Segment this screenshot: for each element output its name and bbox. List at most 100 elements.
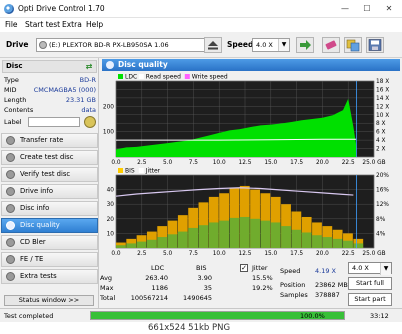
stats-panel: LDC BIS ✓ Jitter Avg 263.40 3.90 15.5% M…	[100, 261, 402, 308]
disc-length-value: 23.31 GB	[65, 96, 96, 104]
disc-mid-value: CMCMAGBA5 (000)	[33, 86, 96, 94]
y-right-tick-label: 18 X	[376, 79, 389, 85]
legend-label: Read speed	[146, 74, 181, 81]
menu-help[interactable]: Help	[86, 20, 103, 29]
chevron-down-icon: ▼	[380, 263, 391, 275]
nav-drive-info[interactable]: Drive info	[1, 184, 98, 199]
nav-verify-test-disc[interactable]: Verify test disc	[1, 167, 98, 182]
bis-bar-base	[167, 234, 178, 248]
menu-start-test[interactable]: Start test	[25, 20, 60, 29]
disc-section-title: Disc	[6, 62, 23, 70]
y-right-tick-label: 8 X	[376, 121, 386, 127]
bis-bar-base	[116, 245, 126, 248]
y-left-tick-label: 10	[107, 231, 115, 237]
disc-mid-key: MID	[4, 86, 17, 94]
nav-disc-quality[interactable]: Disc quality	[1, 218, 98, 233]
disc-info-length: Length 23.31 GB	[4, 96, 96, 105]
y-right-tick-label: 4%	[376, 231, 386, 237]
bis-bar-base	[291, 229, 302, 248]
y-right-tick-label: 16%	[376, 188, 389, 194]
avg-label: Avg	[100, 274, 113, 282]
menu-extra[interactable]: Extra	[62, 20, 82, 29]
nav-disc-info[interactable]: Disc info	[1, 201, 98, 216]
drive-disc-icon	[39, 41, 47, 49]
ldc-chart: LDC Read speed Write speed0.0 2.5 5.0 7.5 10.0…	[103, 74, 389, 167]
erase-button[interactable]	[322, 37, 340, 53]
eraser-icon	[325, 40, 337, 50]
nav-disc-quality-label: Disc quality	[20, 221, 60, 229]
test-speed-select[interactable]: 4.0 X ▼	[348, 262, 392, 275]
close-button[interactable]: ✕	[378, 1, 400, 16]
x-tick-label: 5.0	[163, 251, 173, 257]
bis-bar-base	[260, 220, 271, 248]
start-full-button[interactable]: Start full	[348, 277, 392, 290]
refresh-icon[interactable]: ⇄	[83, 61, 95, 72]
apply-speed-button[interactable]	[296, 37, 314, 53]
x-tick-label: 10.0	[213, 251, 226, 257]
status-window-button[interactable]: Status window >>	[4, 295, 94, 306]
nav-extra-tests[interactable]: Extra tests	[1, 269, 98, 284]
disc-contents-value: data	[81, 106, 96, 114]
y-left-tick-label: 20	[107, 217, 115, 223]
copy-button[interactable]	[344, 37, 362, 53]
bis-bar-base	[312, 235, 322, 248]
speed-select[interactable]: 4.0 X ▼	[252, 38, 290, 52]
nav-transfer-rate[interactable]: Transfer rate	[1, 133, 98, 148]
speed-label: Speed	[227, 40, 254, 49]
y-right-tick-label: 12%	[376, 202, 389, 208]
y-right-tick-label: 16 X	[376, 87, 389, 93]
disc-label-input[interactable]	[28, 117, 80, 127]
label-settings-button[interactable]	[84, 116, 96, 128]
disc-length-key: Length	[4, 96, 27, 104]
disc-info-label: Label	[4, 116, 96, 128]
disc-quality-header: Disc quality	[102, 59, 400, 71]
drive-select[interactable]: (E:) PLEXTOR BD-R PX-LB950SA 1.06 ▼	[36, 38, 220, 52]
nav-create-test-disc[interactable]: Create test disc	[1, 150, 98, 165]
jitter-header: Jitter	[252, 264, 268, 272]
minimize-button[interactable]: —	[334, 1, 356, 16]
save-button[interactable]	[366, 37, 384, 53]
bis-bar-base	[281, 226, 291, 248]
speed-stat-label: Speed	[280, 267, 301, 275]
legend-swatch	[184, 74, 190, 79]
extra-tests-icon	[6, 272, 15, 281]
copy-icon	[346, 39, 360, 52]
jitter-checkbox[interactable]: ✓	[240, 264, 248, 272]
bis-bar-base	[198, 225, 209, 248]
nav-cd-bler[interactable]: CD Bler	[1, 235, 98, 250]
y-right-tick-label: 6 X	[376, 130, 386, 136]
status-bar: Test completed 100.0% 33:12	[0, 308, 402, 322]
nav-fe-te[interactable]: FE / TE	[1, 252, 98, 267]
start-part-button[interactable]: Start part	[348, 293, 392, 306]
bis-bar-base	[332, 238, 343, 248]
bis-bar-base	[229, 217, 240, 248]
status-text: Test completed	[4, 312, 54, 320]
disc-quality-header-icon	[106, 61, 114, 69]
speed-select-value: 4.0 X	[256, 41, 273, 49]
bis-bar-base	[177, 231, 188, 248]
transfer-rate-icon	[6, 136, 15, 145]
eject-button[interactable]	[204, 37, 222, 53]
samples-value: 378887	[315, 291, 340, 299]
legend-label: BIS	[125, 168, 135, 175]
disc-info-contents: Contents data	[4, 106, 96, 115]
bis-bar-base	[270, 222, 281, 248]
maximize-button[interactable]: ☐	[356, 1, 378, 16]
x-tick-label: 22.5	[342, 251, 355, 257]
speed-stat-value: 4.19 X	[315, 267, 336, 275]
viewer-caption-bar: 661x524 51kb PNG	[0, 322, 402, 334]
y-right-tick-label: 10 X	[376, 113, 389, 119]
max-bis: 35	[203, 284, 212, 292]
x-tick-label: 15.0	[264, 251, 277, 257]
menu-file[interactable]: File	[5, 20, 18, 29]
disc-type-value: BD-R	[79, 76, 96, 84]
position-value: 23862 MB	[315, 281, 348, 289]
x-tick-label: 12.5	[239, 251, 252, 257]
nav-extra-tests-label: Extra tests	[20, 272, 57, 280]
nav-transfer-rate-label: Transfer rate	[20, 136, 64, 144]
nav-drive-info-label: Drive info	[20, 187, 54, 195]
y-left-tick-label: 200	[103, 104, 114, 110]
disc-type-key: Type	[4, 76, 19, 84]
drive-toolbar: Drive (E:) PLEXTOR BD-R PX-LB950SA 1.06 …	[0, 32, 402, 58]
bis-bar-base	[250, 218, 260, 248]
